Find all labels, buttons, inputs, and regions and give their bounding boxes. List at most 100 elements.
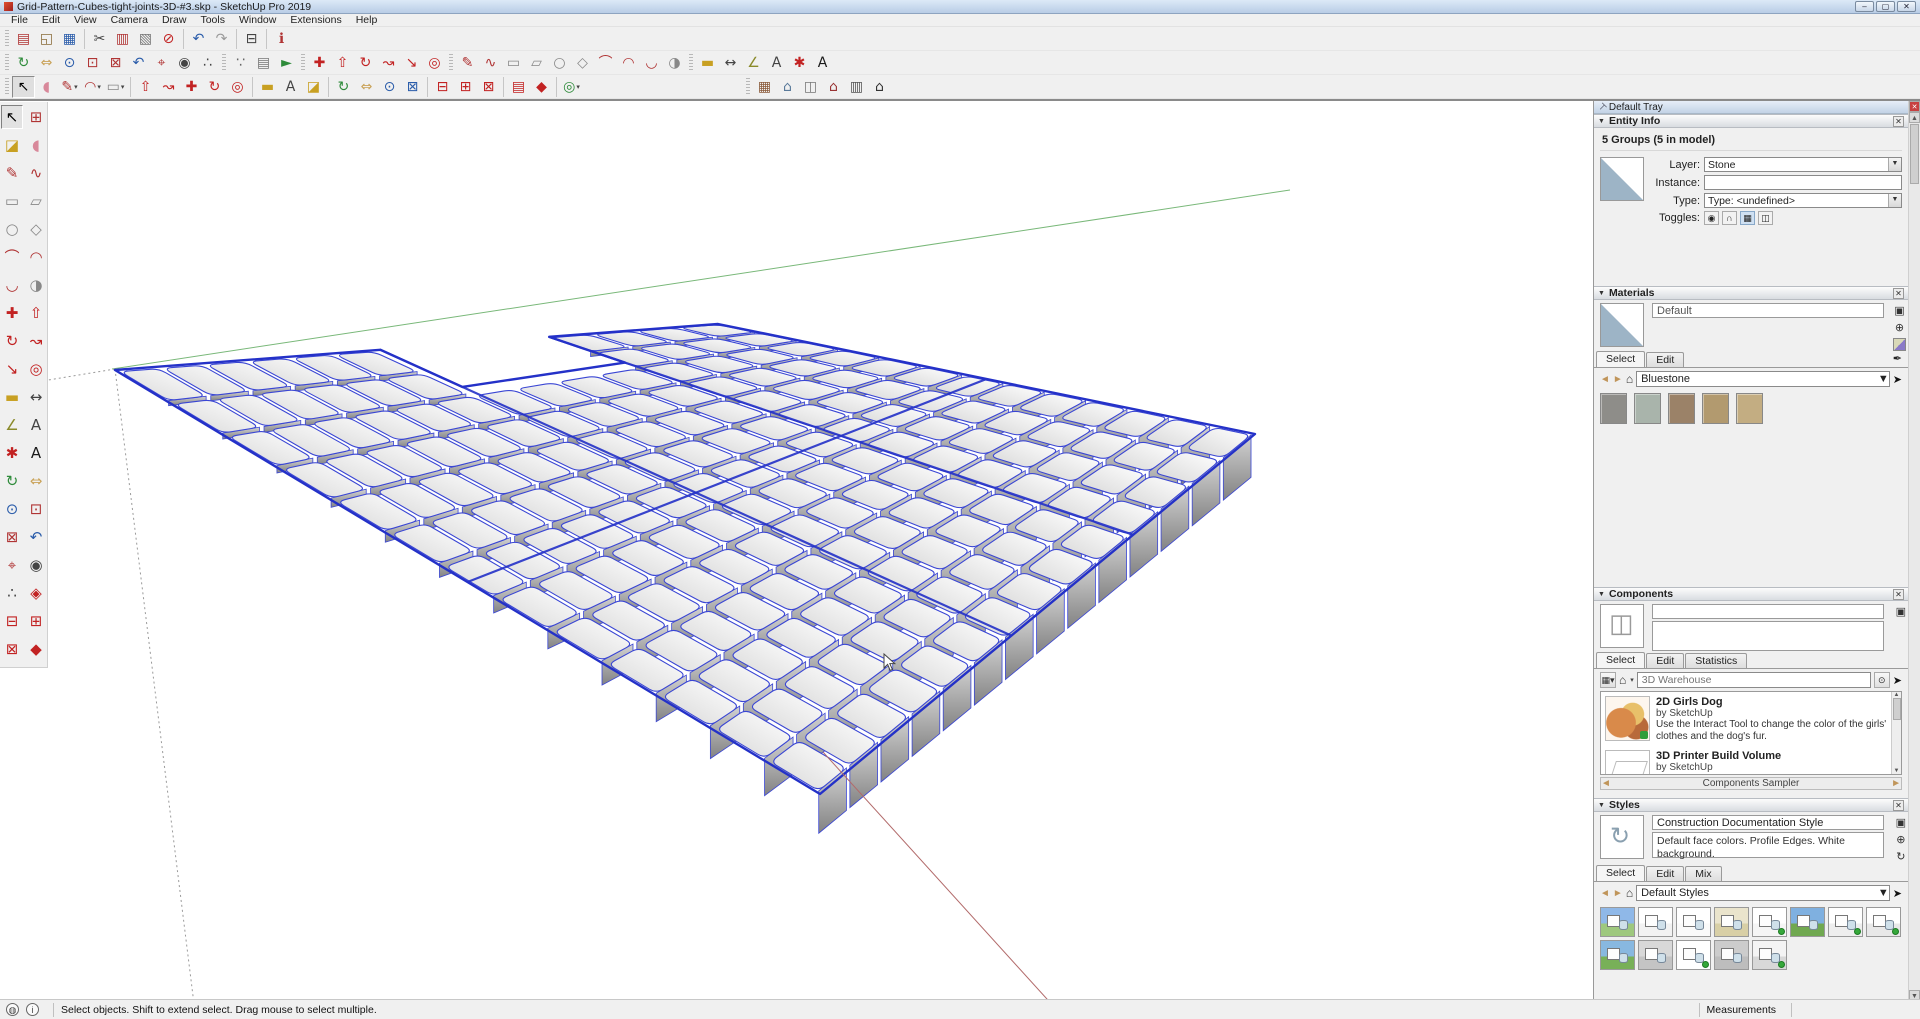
materials-close-icon[interactable]: ✕ — [1893, 288, 1904, 299]
select-button[interactable]: ↖ — [12, 76, 35, 98]
walk-button[interactable]: ∴ — [1, 581, 23, 605]
tab-mix[interactable]: Mix — [1685, 866, 1721, 882]
styles-close-icon[interactable]: ✕ — [1893, 800, 1904, 811]
tab-select[interactable]: Select — [1596, 652, 1645, 669]
menu-camera[interactable]: Camera — [104, 14, 155, 26]
style-thumbnail[interactable] — [1676, 907, 1711, 937]
make-component-button[interactable]: ⊞ — [25, 105, 47, 129]
rectangle-button[interactable]: ▭ — [1, 189, 23, 213]
secondary-pane-icon[interactable]: ▣ — [1896, 816, 1906, 829]
geolocation-icon[interactable]: ◍ — [6, 1003, 19, 1016]
view-options-icon[interactable]: ▦▾ — [1600, 672, 1616, 688]
offset-button[interactable]: ◎ — [423, 52, 446, 74]
arc-tools-button[interactable]: ◠▾ — [81, 76, 104, 98]
arc-button[interactable]: ⌒ — [1, 245, 23, 269]
two-point-arc-button[interactable]: ◠ — [617, 52, 640, 74]
section-display-button[interactable]: ⊞ — [25, 609, 47, 633]
menu-extensions[interactable]: Extensions — [283, 14, 348, 26]
paint-bucket-button[interactable]: ◪ — [302, 76, 325, 98]
styles-header[interactable]: ▼ Styles ✕ — [1594, 798, 1908, 812]
material-collection-dropdown[interactable]: Bluestone ▼ — [1636, 371, 1890, 387]
visibility-toggle[interactable]: ◉ — [1704, 211, 1719, 225]
measurements-input[interactable] — [1799, 1002, 1914, 1018]
update-style-icon[interactable]: ↻ — [1896, 850, 1905, 863]
extension-manager-button[interactable]: ▥ — [845, 76, 868, 98]
navigation-button[interactable]: ◈ — [25, 581, 47, 605]
style-collection-dropdown[interactable]: Default Styles ▼ — [1636, 885, 1890, 901]
forward-arrow-icon[interactable]: ► — [1613, 374, 1623, 385]
push-pull-button[interactable]: ⇧ — [134, 76, 157, 98]
tray-title-bar[interactable]: ⊤ Default Tray — [1594, 101, 1908, 114]
zoom-extents-button[interactable]: ⊠ — [104, 52, 127, 74]
shape-tools-button[interactable]: ▭▾ — [104, 76, 127, 98]
tab-select[interactable]: Select — [1596, 351, 1645, 368]
zoom-extents-button[interactable]: ⊠ — [1, 525, 23, 549]
share-model-button[interactable]: ⌂ — [776, 76, 799, 98]
style-thumbnail[interactable] — [1600, 907, 1635, 937]
text-button[interactable]: A — [279, 76, 302, 98]
user-account-dropdown-icon[interactable]: ▾ — [576, 83, 580, 91]
material-swatch-3[interactable] — [1668, 393, 1695, 424]
components-scrollbar[interactable]: ▲ ▼ — [1891, 692, 1901, 774]
axes-button[interactable]: ✱ — [1, 441, 23, 465]
freehand-button[interactable]: ∿ — [25, 161, 47, 185]
warehouse-search-input[interactable] — [1637, 672, 1871, 688]
zoom-extents-button[interactable]: ⊠ — [401, 76, 424, 98]
new-button[interactable]: ▤ — [12, 28, 35, 50]
eyedropper-icon[interactable]: ✒ — [1893, 352, 1902, 365]
rotated-rectangle-button[interactable]: ▱ — [25, 189, 47, 213]
in-model-icon[interactable]: ⌂ — [1619, 673, 1626, 687]
forward-arrow-icon[interactable]: ► — [1613, 888, 1623, 899]
collapse-arrow-icon[interactable]: ▼ — [1598, 290, 1605, 297]
cast-shadows-toggle[interactable]: ◫ — [1758, 211, 1773, 225]
paint-bucket-button[interactable]: ◪ — [1, 133, 23, 157]
3d-text-button[interactable]: A — [811, 52, 834, 74]
rectangle-button[interactable]: ▭ — [502, 52, 525, 74]
follow-me-button[interactable]: ↝ — [377, 52, 400, 74]
walk-tool-button[interactable]: ∵ — [229, 52, 252, 74]
create-style-icon[interactable]: ⊕ — [1896, 833, 1905, 846]
section-plane-button[interactable]: ⊟ — [1, 609, 23, 633]
user-account-button[interactable]: ◎▾ — [560, 76, 583, 98]
section-display-button[interactable]: ⊞ — [454, 76, 477, 98]
3d-text-button[interactable]: A — [25, 441, 47, 465]
tab-edit[interactable]: Edit — [1646, 653, 1684, 669]
tape-measure-button[interactable]: ▬ — [1, 385, 23, 409]
zoom-button[interactable]: ⊙ — [1, 497, 23, 521]
freehand-button[interactable]: ∿ — [479, 52, 502, 74]
arc-tools-dropdown-icon[interactable]: ▾ — [97, 83, 101, 91]
walk-button[interactable]: ∴ — [196, 52, 219, 74]
move-button[interactable]: ✚ — [180, 76, 203, 98]
component-list-item[interactable]: 3D Printer Build Volumeby SketchUp — [1601, 746, 1901, 775]
look-around-button[interactable]: ◉ — [173, 52, 196, 74]
chevron-down-icon[interactable]: ▾ — [1630, 676, 1634, 684]
dimension-button[interactable]: ↔ — [25, 385, 47, 409]
menu-draw[interactable]: Draw — [155, 14, 194, 26]
move-button[interactable]: ✚ — [308, 52, 331, 74]
tab-edit[interactable]: Edit — [1646, 866, 1684, 882]
layer-dropdown[interactable]: Stone ▼ — [1704, 157, 1902, 172]
style-thumbnail[interactable] — [1866, 907, 1901, 937]
orbit-button[interactable]: ↻ — [12, 52, 35, 74]
style-thumbnail[interactable] — [1714, 907, 1749, 937]
circle-button[interactable]: ○ — [1, 217, 23, 241]
section-cuts-button[interactable]: ⊠ — [477, 76, 500, 98]
push-pull-button[interactable]: ⇧ — [25, 301, 47, 325]
style-thumbnail[interactable] — [1638, 940, 1673, 970]
style-thumbnail[interactable] — [1752, 907, 1787, 937]
style-thumbnail[interactable] — [1638, 907, 1673, 937]
chevron-down-icon[interactable]: ▼ — [1878, 373, 1889, 385]
offset-button[interactable]: ◎ — [226, 76, 249, 98]
circle-button[interactable]: ○ — [548, 52, 571, 74]
model-info-button[interactable]: ℹ — [270, 28, 293, 50]
in-model-icon[interactable]: ⌂ — [1626, 886, 1633, 900]
line-tools-dropdown-icon[interactable]: ▾ — [74, 83, 78, 91]
component-list-item[interactable]: 2D Girls Dogby SketchUpUse the Interact … — [1601, 692, 1901, 746]
page-left-icon[interactable]: ◄ — [1601, 778, 1611, 789]
shape-tools-dropdown-icon[interactable]: ▾ — [121, 83, 125, 91]
line-tools-button[interactable]: ✎▾ — [58, 76, 81, 98]
zoom-previous-button[interactable]: ↶ — [127, 52, 150, 74]
pan-button[interactable]: ⇔ — [355, 76, 378, 98]
line-button[interactable]: ✎ — [456, 52, 479, 74]
details-arrow-icon[interactable]: ➤ — [1893, 674, 1902, 687]
